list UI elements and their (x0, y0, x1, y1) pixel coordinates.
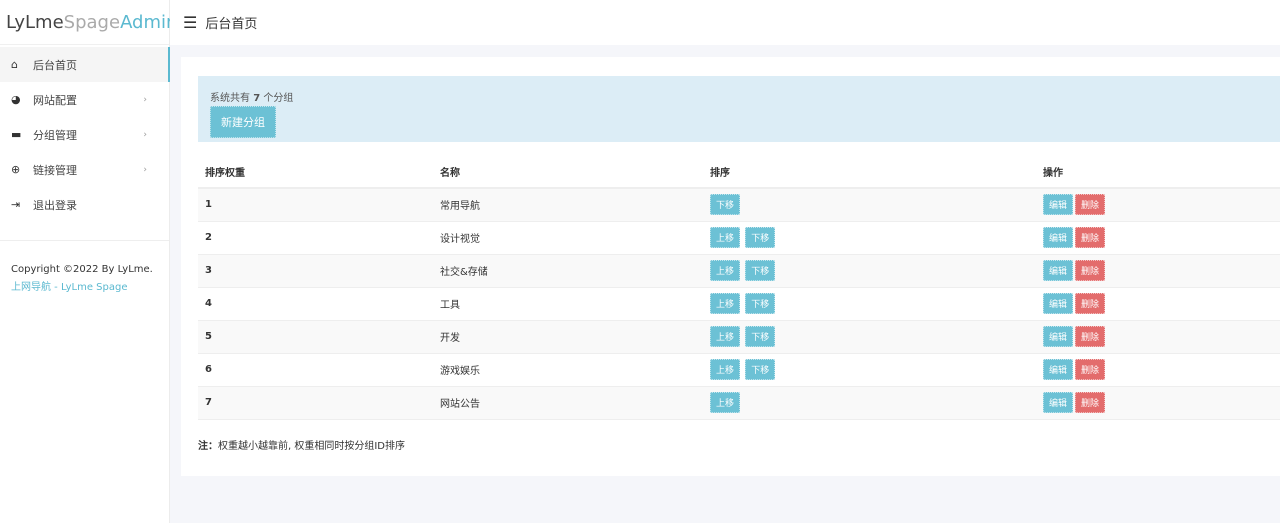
delete-button[interactable]: 删除 (1075, 392, 1106, 413)
sidebar-item-3[interactable]: ⊕ 链接管理 › (0, 152, 169, 187)
name-cell: 工具 (433, 287, 703, 321)
page-title: 后台首页 (205, 17, 258, 32)
move-down-button[interactable]: 下移 (710, 194, 741, 216)
edit-button[interactable]: 编辑 (1043, 392, 1074, 413)
edit-button[interactable]: 编辑 (1043, 227, 1074, 248)
sort-cell: 下移 (703, 188, 1036, 222)
top-header: ☰ 后台首页 (170, 0, 1280, 45)
edit-button[interactable]: 编辑 (1043, 293, 1074, 314)
col-sort: 排序 (703, 155, 1036, 189)
actions-cell: 编辑 删除 (1036, 254, 1280, 288)
table-row: 2 设计视觉 上移 下移 编辑 删除 (198, 221, 1280, 255)
folder-icon: ▬ (11, 128, 22, 141)
col-name: 名称 (433, 155, 703, 189)
move-up-button[interactable]: 上移 (710, 260, 741, 281)
logo[interactable]: LyLmeSpageAdmin (0, 0, 177, 45)
sidebar-item-label: 分组管理 (33, 128, 77, 142)
sidebar: LyLmeSpageAdmin ⌂ 后台首页 ◕ 网站配置 › ▬ 分组管理 › ⊕ 链接管理 › ⇥… (0, 0, 177, 523)
col-weight: 排序权重 (198, 155, 433, 189)
content-card: 系统共有 7 个分组 新建分组 排序权重 名称 排序 操作 1 常用导航 下移 … (181, 57, 1280, 476)
delete-button[interactable]: 删除 (1075, 260, 1106, 281)
move-down-button[interactable]: 下移 (745, 359, 776, 380)
table-row: 5 开发 上移 下移 编辑 删除 (198, 320, 1280, 354)
name-cell: 开发 (433, 320, 703, 354)
group-table: 排序权重 名称 排序 操作 1 常用导航 下移 编辑 删除 2 设计视觉 上移 下移… (198, 155, 1280, 420)
logout-icon: ⇥ (11, 198, 21, 211)
info-alert: 系统共有 7 个分组 新建分组 (198, 76, 1280, 142)
sort-cell: 上移 下移 (703, 320, 1036, 354)
sort-cell: 上移 下移 (703, 287, 1036, 321)
name-cell: 社交&存储 (433, 254, 703, 288)
table-row: 3 社交&存储 上移 下移 编辑 删除 (198, 254, 1280, 288)
edit-button[interactable]: 编辑 (1043, 326, 1074, 347)
sidebar-item-label: 链接管理 (33, 163, 77, 177)
new-group-button[interactable]: 新建分组 (210, 106, 276, 138)
delete-button[interactable]: 删除 (1075, 326, 1106, 347)
globe-icon: ⊕ (11, 163, 21, 176)
actions-cell: 编辑 删除 (1036, 287, 1280, 321)
sort-cell: 上移 下移 (703, 353, 1036, 387)
delete-button[interactable]: 删除 (1075, 227, 1106, 248)
weight-cell: 3 (198, 254, 433, 288)
table-row: 6 游戏娱乐 上移 下移 编辑 删除 (198, 353, 1280, 387)
edit-button[interactable]: 编辑 (1043, 194, 1074, 216)
weight-cell: 6 (198, 353, 433, 387)
sidebar-item-0[interactable]: ⌂ 后台首页 (0, 47, 170, 82)
weight-cell: 5 (198, 320, 433, 354)
chevron-right-icon: › (143, 129, 147, 140)
name-cell: 常用导航 (433, 188, 703, 222)
group-count-text: 系统共有 7 个分组 (210, 93, 294, 104)
delete-button[interactable]: 删除 (1075, 293, 1106, 314)
hamburger-menu-icon[interactable]: ☰ (183, 13, 197, 32)
sidebar-item-1[interactable]: ◕ 网站配置 › (0, 82, 169, 117)
sidebar-nav: ⌂ 后台首页 ◕ 网站配置 › ▬ 分组管理 › ⊕ 链接管理 › ⇥ 退出登录 (0, 45, 170, 222)
sort-cell: 上移 下移 (703, 221, 1036, 255)
footer-link[interactable]: 上网导航 - LyLme Spage (11, 282, 128, 293)
name-cell: 游戏娱乐 (433, 353, 703, 387)
move-up-button[interactable]: 上移 (710, 359, 741, 380)
delete-button[interactable]: 删除 (1075, 359, 1106, 380)
note: 注：权重越小越靠前, 权重相同时按分组ID排序 (198, 441, 406, 452)
weight-cell: 1 (198, 188, 433, 222)
move-up-button[interactable]: 上移 (710, 227, 741, 248)
sidebar-item-label: 后台首页 (33, 58, 77, 72)
edit-button[interactable]: 编辑 (1043, 260, 1074, 281)
sort-cell: 上移 下移 (703, 254, 1036, 288)
actions-cell: 编辑 删除 (1036, 353, 1280, 387)
actions-cell: 编辑 删除 (1036, 320, 1280, 354)
move-down-button[interactable]: 下移 (745, 326, 776, 347)
move-up-button[interactable]: 上移 (710, 326, 741, 347)
weight-cell: 2 (198, 221, 433, 255)
move-down-button[interactable]: 下移 (745, 227, 776, 248)
name-cell: 设计视觉 (433, 221, 703, 255)
palette-icon: ◕ (11, 93, 21, 106)
chevron-right-icon: › (143, 164, 147, 175)
weight-cell: 7 (198, 386, 433, 420)
sidebar-item-label: 网站配置 (33, 93, 77, 107)
col-actions: 操作 (1036, 155, 1280, 189)
actions-cell: 编辑 删除 (1036, 221, 1280, 255)
name-cell: 网站公告 (433, 386, 703, 420)
move-down-button[interactable]: 下移 (745, 293, 776, 314)
move-down-button[interactable]: 下移 (745, 260, 776, 281)
sidebar-item-label: 退出登录 (33, 198, 77, 212)
table-row: 4 工具 上移 下移 编辑 删除 (198, 287, 1280, 321)
move-up-button[interactable]: 上移 (710, 392, 741, 413)
weight-cell: 4 (198, 287, 433, 321)
home-icon: ⌂ (11, 58, 18, 71)
actions-cell: 编辑 删除 (1036, 386, 1280, 420)
move-up-button[interactable]: 上移 (710, 293, 741, 314)
actions-cell: 编辑 删除 (1036, 188, 1280, 222)
sidebar-item-4[interactable]: ⇥ 退出登录 (0, 187, 169, 222)
table-row: 7 网站公告 上移 编辑 删除 (198, 386, 1280, 420)
copyright: Copyright ©2022 By LyLme. 上网导航 - LyLme S… (11, 264, 153, 293)
sort-cell: 上移 (703, 386, 1036, 420)
sidebar-item-2[interactable]: ▬ 分组管理 › (0, 117, 169, 152)
table-row: 1 常用导航 下移 编辑 删除 (198, 188, 1280, 222)
edit-button[interactable]: 编辑 (1043, 359, 1074, 380)
chevron-right-icon: › (143, 94, 147, 105)
delete-button[interactable]: 删除 (1075, 194, 1106, 216)
